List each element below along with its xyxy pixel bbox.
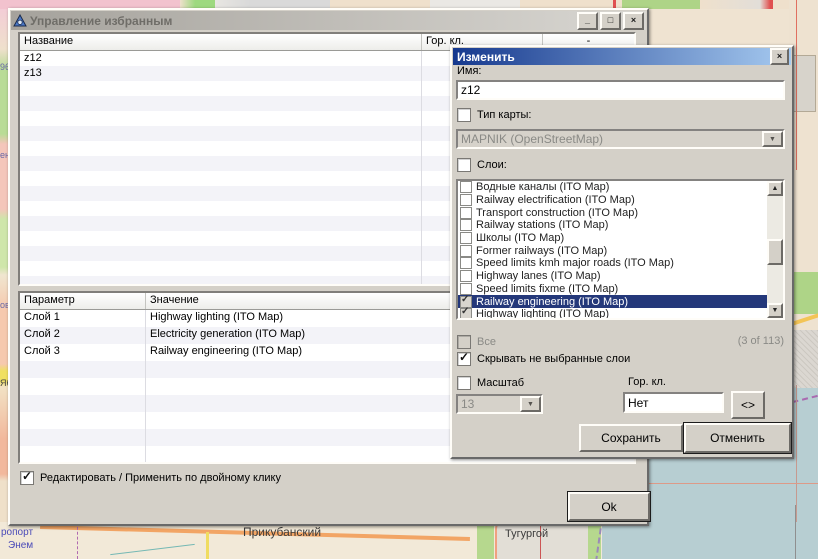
- map-green-strip-1: [477, 522, 494, 559]
- layer-item[interactable]: Railway stations (ITO Map): [458, 219, 767, 232]
- layer-checkbox[interactable]: [460, 245, 472, 257]
- hotkey-label: Гор. кл.: [628, 376, 666, 388]
- layer-label: Railway engineering (ITO Map): [476, 296, 628, 308]
- layer-label: Transport construction (ITO Map): [476, 207, 638, 219]
- map-type-combobox: MAPNIK (OpenStreetMap) ▼: [456, 129, 785, 149]
- check-icon: ✓: [22, 469, 32, 483]
- layer-item[interactable]: Highway lanes (ITO Map): [458, 270, 767, 283]
- map-label-airport-2: Энем: [8, 540, 33, 551]
- edit-on-dblclick-row: ✓ Редактировать / Применить по двойному …: [20, 471, 281, 485]
- layer-label: Railway stations (ITO Map): [476, 219, 608, 231]
- hide-unselected-row: ✓ Скрывать не выбранные слои: [457, 352, 630, 366]
- check-icon: ✓: [461, 306, 469, 317]
- chevron-down-icon: ▼: [520, 396, 541, 412]
- dialog-title: Управление избранным: [30, 14, 577, 28]
- layer-checkbox[interactable]: [460, 207, 472, 219]
- map-type-checkbox[interactable]: [457, 108, 471, 122]
- layer-label: Former railways (ITO Map): [476, 245, 607, 257]
- layers-listbox[interactable]: Водные каналы (ITO Map)Railway electrifi…: [456, 179, 785, 320]
- layer-label: Highway lighting (ITO Map): [476, 308, 609, 318]
- chevron-down-icon: ▼: [762, 131, 783, 147]
- scale-checkbox[interactable]: [457, 376, 471, 390]
- layer-item[interactable]: Transport construction (ITO Map): [458, 206, 767, 219]
- manage-favorites-titlebar[interactable]: Управление избранным _ □ ×: [11, 11, 646, 30]
- all-layers-checkbox: [457, 335, 471, 349]
- layer-item[interactable]: Railway electrification (ITO Map): [458, 194, 767, 207]
- map-label-settlement1: Прикубанский: [243, 525, 321, 539]
- edit-dialog-titlebar[interactable]: Изменить ×: [453, 48, 791, 65]
- desktop: Прикубанский Тугургой ропорт Энем 96 ен …: [0, 0, 818, 559]
- map-grid-line-h: [645, 483, 818, 484]
- map-label-settlement2: Тугургой: [505, 528, 548, 540]
- layers-checkbox[interactable]: [457, 158, 471, 172]
- map-gray-line: [795, 505, 796, 559]
- map-yellow-road-bottom: [206, 532, 209, 559]
- name-input[interactable]: [456, 80, 785, 100]
- layer-item[interactable]: Speed limits fixme (ITO Map): [458, 283, 767, 296]
- map-type-value: MAPNIK (OpenStreetMap): [461, 132, 764, 146]
- hotkey-assign-button[interactable]: <>: [731, 391, 765, 419]
- close-button[interactable]: ×: [623, 12, 644, 30]
- layers-label[interactable]: Слои:: [477, 159, 507, 171]
- layer-label: Speed limits kmh major roads (ITO Map): [476, 257, 674, 269]
- hide-unselected-label[interactable]: Скрывать не выбранные слои: [477, 353, 630, 365]
- name-label: Имя:: [457, 65, 481, 77]
- layers-row: Слои:: [457, 158, 507, 172]
- layer-checkbox[interactable]: [460, 232, 472, 244]
- scrollbar-thumb[interactable]: [767, 239, 783, 265]
- layer-item[interactable]: ✓ Highway lighting (ITO Map): [458, 308, 767, 318]
- minimize-button[interactable]: _: [577, 12, 598, 30]
- layer-item[interactable]: Speed limits kmh major roads (ITO Map): [458, 257, 767, 270]
- scale-row: Масштаб: [457, 376, 524, 390]
- layer-item[interactable]: ✓ Railway engineering (ITO Map): [458, 295, 767, 308]
- selection-count: (3 of 113): [738, 335, 784, 347]
- scale-combobox: 13 ▼: [456, 394, 543, 414]
- layer-label: Railway electrification (ITO Map): [476, 194, 635, 206]
- layer-label: Водные каналы (ITO Map): [476, 181, 609, 193]
- layer-item[interactable]: Водные каналы (ITO Map): [458, 181, 767, 194]
- all-layers-label: Все: [477, 336, 496, 348]
- scroll-up-icon[interactable]: ▲: [767, 181, 783, 196]
- layer-label: Школы (ITO Map): [476, 232, 564, 244]
- edit-on-dblclick-checkbox[interactable]: ✓: [20, 471, 34, 485]
- ok-button[interactable]: Ok: [568, 492, 650, 521]
- map-admin-dashed: [77, 522, 78, 559]
- layer-checkbox[interactable]: [460, 181, 472, 193]
- layer-item[interactable]: Former railways (ITO Map): [458, 244, 767, 257]
- layer-checkbox[interactable]: [460, 219, 472, 231]
- layer-item[interactable]: Школы (ITO Map): [458, 232, 767, 245]
- edit-on-dblclick-label[interactable]: Редактировать / Применить по двойному кл…: [40, 472, 281, 484]
- edit-dialog: Изменить × Имя: Тип карты: MAPNIK (OpenS…: [450, 45, 794, 459]
- all-layers-row: Все: [457, 335, 496, 349]
- layer-label: Highway lanes (ITO Map): [476, 270, 601, 282]
- layer-checkbox[interactable]: [460, 270, 472, 282]
- edit-close-button[interactable]: ×: [770, 48, 789, 65]
- scroll-down-icon[interactable]: ▼: [767, 303, 783, 318]
- scale-label[interactable]: Масштаб: [477, 377, 524, 389]
- layer-label: Speed limits fixme (ITO Map): [476, 283, 618, 295]
- check-icon: ✓: [459, 350, 469, 364]
- layer-checkbox[interactable]: ✓: [460, 308, 472, 318]
- layer-checkbox[interactable]: [460, 257, 472, 269]
- hotkey-input[interactable]: [623, 392, 724, 413]
- cancel-button[interactable]: Отменить: [684, 423, 791, 453]
- check-icon: ✓: [461, 294, 469, 305]
- scale-value: 13: [461, 397, 522, 411]
- map-type-label[interactable]: Тип карты:: [477, 109, 531, 121]
- hide-unselected-checkbox[interactable]: ✓: [457, 352, 471, 366]
- column-header[interactable]: Параметр: [20, 293, 146, 309]
- layers-scrollbar[interactable]: ▲ ▼: [767, 181, 783, 318]
- column-header[interactable]: Название: [20, 34, 422, 50]
- maximize-button[interactable]: □: [600, 12, 621, 30]
- app-icon: [13, 14, 27, 28]
- edit-dialog-title: Изменить: [457, 50, 770, 64]
- map-label-airport-1: ропорт: [1, 527, 33, 538]
- save-button[interactable]: Сохранить: [579, 424, 683, 452]
- layer-checkbox[interactable]: [460, 194, 472, 206]
- table-row-empty: [20, 463, 634, 464]
- map-road-line-v: [796, 0, 797, 170]
- map-water-bottom: [602, 522, 818, 559]
- map-type-row: Тип карты:: [457, 108, 531, 122]
- layers-list: Водные каналы (ITO Map)Railway electrifi…: [458, 181, 767, 318]
